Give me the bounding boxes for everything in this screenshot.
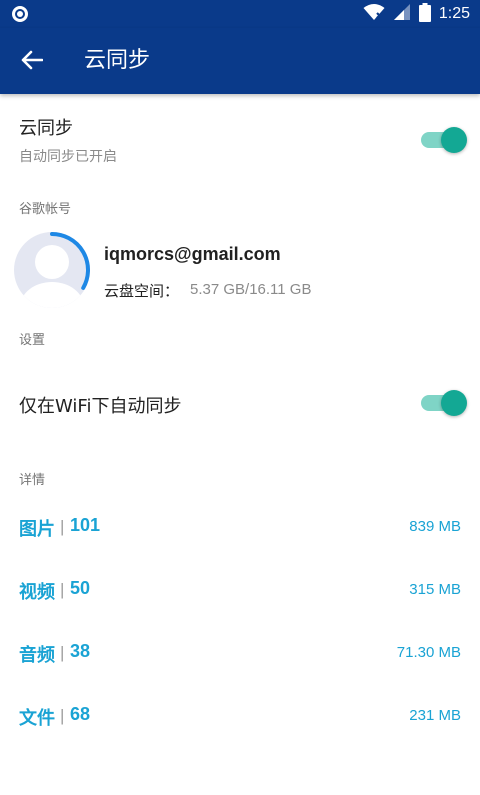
cloud-sync-toggle[interactable] xyxy=(421,127,467,153)
app-toolbar: 云同步 xyxy=(0,28,480,94)
detail-count: 68 xyxy=(70,704,91,724)
detail-separator: | xyxy=(60,580,65,599)
cloud-sync-subtitle: 自动同步已开启 xyxy=(19,149,117,165)
detail-separator: | xyxy=(60,517,65,536)
page-title: 云同步 xyxy=(84,48,151,73)
storage-label: 云盘空间： xyxy=(104,282,180,300)
storage-value: 5.37 GB/16.11 GB xyxy=(190,281,312,298)
toggle-thumb xyxy=(441,127,467,153)
detail-name: 文件 xyxy=(19,708,55,729)
detail-count: 101 xyxy=(70,515,101,535)
detail-row-videos[interactable]: 视频 | 50 315 MB xyxy=(0,560,480,622)
account-section-header: 谷歌帐号 xyxy=(19,202,72,217)
notification-ring-icon xyxy=(12,6,28,22)
back-button[interactable] xyxy=(14,44,50,80)
detail-size: 71.30 MB xyxy=(396,644,461,661)
detail-count: 50 xyxy=(70,578,91,598)
status-bar: 1:25 xyxy=(0,0,480,28)
detail-separator: | xyxy=(60,643,65,662)
wifi-only-toggle[interactable] xyxy=(421,390,467,416)
detail-name: 视频 xyxy=(19,582,55,603)
arrow-left-icon xyxy=(21,50,44,74)
avatar xyxy=(14,232,90,308)
status-right-group: 1:25 xyxy=(363,2,470,26)
detail-row-images[interactable]: 图片 | 101 839 MB xyxy=(0,497,480,559)
toggle-thumb xyxy=(441,390,467,416)
detail-row-files[interactable]: 文件 | 68 231 MB xyxy=(0,686,480,748)
wifi-only-row[interactable]: 仅在WiFi下自动同步 xyxy=(0,364,480,442)
detail-size: 231 MB xyxy=(409,707,461,724)
signal-icon xyxy=(393,3,411,25)
detail-count: 38 xyxy=(70,641,91,661)
settings-section-header: 设置 xyxy=(19,333,46,348)
storage-progress-ring xyxy=(50,232,90,290)
cloud-sync-row[interactable]: 云同步 自动同步已开启 xyxy=(0,94,480,178)
wifi-icon xyxy=(363,3,385,25)
detail-name: 图片 xyxy=(19,519,55,540)
account-email: iqmorcs@gmail.com xyxy=(104,244,281,264)
detail-size: 315 MB xyxy=(409,581,461,598)
cloud-sync-title: 云同步 xyxy=(19,118,73,139)
wifi-only-label: 仅在WiFi下自动同步 xyxy=(19,396,182,417)
detail-row-audio[interactable]: 音频 | 38 71.30 MB xyxy=(0,623,480,685)
battery-icon xyxy=(418,2,431,26)
detail-separator: | xyxy=(60,706,65,725)
detail-name: 音频 xyxy=(19,645,55,666)
details-section-header: 详情 xyxy=(19,473,46,488)
status-time: 1:25 xyxy=(438,5,470,22)
detail-size: 839 MB xyxy=(409,518,461,535)
